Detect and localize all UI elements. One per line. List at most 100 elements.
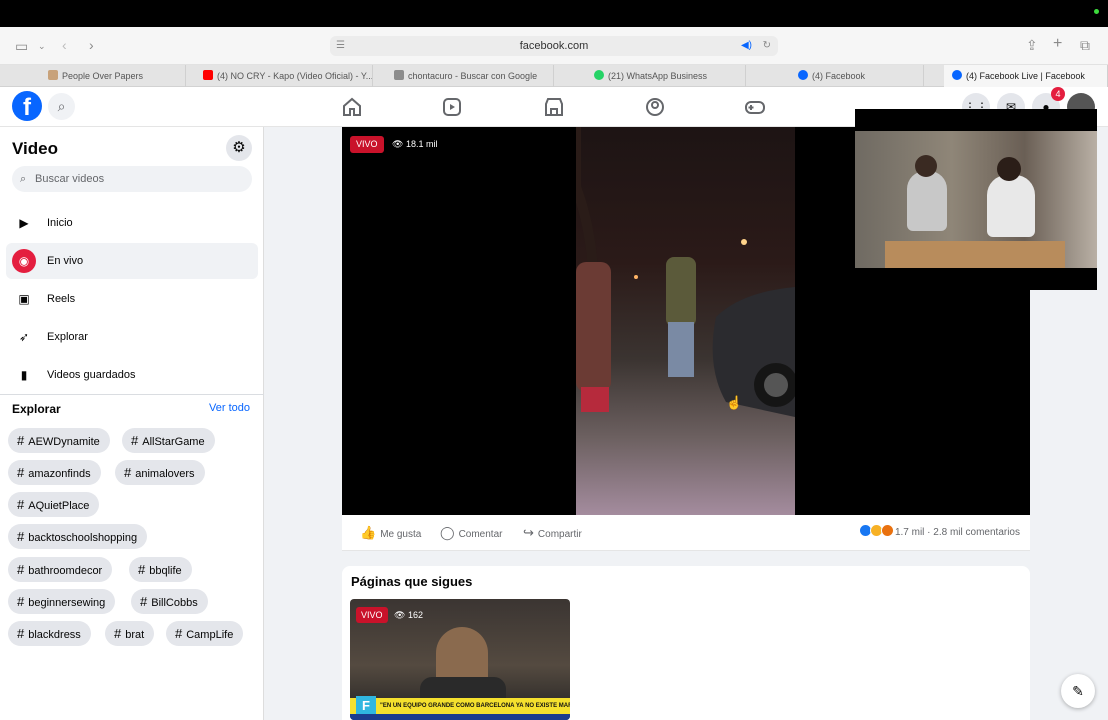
tab-whatsapp[interactable]: (21) WhatsApp Business bbox=[586, 65, 746, 87]
reload-icon[interactable]: ↻ bbox=[763, 36, 771, 56]
viewer-count: 👁 18.1 mil bbox=[392, 136, 437, 153]
home-icon[interactable] bbox=[341, 96, 363, 118]
hashtag-label: AEWDynamite bbox=[28, 436, 100, 448]
viewer-count-value: 18.1 mil bbox=[405, 139, 438, 149]
hashtag-chip[interactable]: # bbqlife bbox=[129, 557, 192, 582]
live-badge: VIVO bbox=[356, 607, 388, 623]
gaming-icon[interactable] bbox=[744, 96, 766, 118]
streamer-head bbox=[997, 157, 1021, 181]
eye-icon: 👁 bbox=[394, 610, 408, 620]
search-icon[interactable]: ⌕ bbox=[48, 93, 75, 120]
hashtag-chip[interactable]: # brat bbox=[105, 621, 155, 646]
hashtag-label: bbqlife bbox=[149, 565, 182, 577]
sidebar-item-reels[interactable]: ▣ Reels bbox=[6, 281, 258, 317]
live-video-thumbnail[interactable]: VIVO 👁 162 "EN UN EQUIPO GRANDE COMO BAR… bbox=[350, 599, 570, 720]
tab-overview-icon[interactable]: ⧉ bbox=[1080, 38, 1090, 52]
hashtag-label: amazonfinds bbox=[28, 468, 91, 480]
groups-icon[interactable] bbox=[644, 96, 666, 118]
hashtag-icon: # bbox=[17, 562, 25, 577]
hashtag-chip[interactable]: # amazonfinds bbox=[8, 460, 101, 485]
tab-label: (21) WhatsApp Business bbox=[608, 71, 708, 81]
video-scene-art bbox=[571, 127, 798, 417]
system-top-bar bbox=[0, 0, 1108, 27]
hashtag-chip[interactable]: # beginnersewing bbox=[8, 589, 116, 614]
ticker-strip bbox=[350, 714, 570, 720]
tab-label: (4) Facebook Live | Facebook bbox=[966, 71, 1085, 81]
tab-google[interactable]: chontacuro - Buscar con Google bbox=[386, 65, 554, 87]
news-ticker: "EN UN EQUIPO GRANDE COMO BARCELONA YA N… bbox=[350, 698, 570, 714]
hashtag-chip[interactable]: # backtoschoolshopping bbox=[8, 524, 148, 549]
notification-badge: 4 bbox=[1051, 87, 1065, 101]
separator: · bbox=[927, 527, 931, 538]
hashtag-icon: # bbox=[175, 626, 183, 641]
new-message-button[interactable]: ✎ bbox=[1061, 674, 1095, 708]
search-videos-input[interactable]: ⌕ Buscar videos bbox=[12, 166, 252, 192]
hashtag-chip[interactable]: # bathroomdecor bbox=[8, 557, 113, 582]
comment-button[interactable]: ◯ Comentar bbox=[440, 515, 502, 553]
divider bbox=[0, 394, 264, 395]
reaction-summary[interactable]: 1.7 mil · 2.8 mil comentarios bbox=[859, 515, 1020, 551]
hashtag-icon: # bbox=[17, 433, 25, 448]
explore-heading: Explorar bbox=[12, 402, 61, 416]
sidebar-item-label: En vivo bbox=[47, 255, 84, 267]
search-icon: ⌕ bbox=[20, 173, 27, 185]
gear-icon[interactable]: ⚙ bbox=[226, 135, 252, 161]
followed-pages-section: Páginas que sigues VIVO 👁 162 "EN UN EQU… bbox=[342, 566, 1030, 720]
hashtag-label: animalovers bbox=[135, 468, 195, 480]
video-icon[interactable] bbox=[441, 96, 463, 118]
hashtag-chip[interactable]: # blackdress bbox=[8, 621, 91, 646]
tab-facebook-live[interactable]: (4) Facebook Live | Facebook bbox=[944, 65, 1108, 87]
page-menu-icon[interactable]: ☰ bbox=[336, 36, 345, 56]
whatsapp-favicon-icon bbox=[594, 70, 604, 80]
forward-icon[interactable]: › bbox=[89, 38, 94, 52]
sidebar-item-label: Videos guardados bbox=[47, 369, 136, 381]
marketplace-icon[interactable] bbox=[543, 96, 565, 118]
comment-icon: ◯ bbox=[440, 525, 455, 540]
address-bar[interactable]: ☰ facebook.com ◀) ↻ bbox=[330, 36, 778, 56]
tab-label: (4) Facebook bbox=[812, 71, 866, 81]
hashtag-icon: # bbox=[114, 626, 122, 641]
thumbs-up-icon: 👍 bbox=[360, 525, 377, 540]
sidebar-item-en-vivo[interactable]: ◉ En vivo bbox=[6, 243, 258, 279]
chevron-down-icon[interactable]: ⌄ bbox=[38, 39, 46, 53]
tab-people-over-papers[interactable]: People Over Papers bbox=[40, 65, 186, 87]
hashtag-chip[interactable]: # AEWDynamite bbox=[8, 428, 110, 453]
live-badge: VIVO bbox=[350, 136, 384, 153]
hashtag-label: brat bbox=[125, 629, 145, 641]
hashtag-icon: # bbox=[17, 529, 25, 544]
hashtag-chip[interactable]: # BillCobbs bbox=[131, 589, 208, 614]
hashtag-chip[interactable]: # animalovers bbox=[115, 460, 205, 485]
tab-youtube[interactable]: (4) NO CRY - Kapo (Video Oficial) - Y... bbox=[195, 65, 373, 87]
hashtag-label: bathroomdecor bbox=[28, 565, 103, 577]
sidebar-toggle-icon[interactable]: ▭ bbox=[15, 39, 28, 53]
share-icon[interactable]: ⇪ bbox=[1026, 38, 1038, 52]
sidebar-item-videos-guardados[interactable]: ▮ Videos guardados bbox=[6, 357, 258, 393]
back-icon[interactable]: ‹ bbox=[62, 38, 67, 52]
hashtag-icon: # bbox=[140, 594, 148, 609]
facebook-logo[interactable]: f bbox=[12, 91, 42, 121]
hashtag-chip[interactable]: # AllStarGame bbox=[122, 428, 215, 453]
hashtag-chip[interactable]: # AQuietPlace bbox=[8, 492, 100, 517]
video-sidebar: Video ⚙ ⌕ Buscar videos ▶ Inicio ◉ En vivo … bbox=[0, 127, 264, 720]
see-all-link[interactable]: Ver todo bbox=[209, 402, 250, 414]
new-tab-icon[interactable]: + bbox=[1053, 36, 1062, 52]
audio-icon[interactable]: ◀) bbox=[741, 36, 752, 56]
url-text: facebook.com bbox=[519, 40, 589, 52]
tab-bar: People Over Papers (4) NO CRY - Kapo (Vi… bbox=[0, 65, 1108, 87]
comment-label: Comentar bbox=[458, 529, 503, 540]
hashtag-icon: # bbox=[131, 433, 139, 448]
eye-icon: 👁 bbox=[392, 139, 406, 149]
sidebar-item-inicio[interactable]: ▶ Inicio bbox=[6, 205, 258, 241]
tab-facebook[interactable]: (4) Facebook bbox=[790, 65, 924, 87]
comments-count[interactable]: 2.8 mil comentarios bbox=[933, 527, 1020, 538]
angry-reaction-icon bbox=[881, 524, 895, 537]
hashtag-chip[interactable]: # CampLife bbox=[166, 621, 244, 646]
sidebar-item-explorar[interactable]: ➶ Explorar bbox=[6, 319, 258, 355]
picture-in-picture-window[interactable] bbox=[855, 109, 1097, 290]
viewer-count-value: 162 bbox=[407, 610, 423, 620]
youtube-favicon-icon bbox=[203, 70, 213, 80]
share-button[interactable]: ↪ Compartir bbox=[523, 515, 582, 553]
like-button[interactable]: 👍 Me gusta bbox=[360, 515, 421, 553]
hashtag-icon: # bbox=[17, 497, 25, 512]
hashtag-icon: # bbox=[17, 626, 25, 641]
